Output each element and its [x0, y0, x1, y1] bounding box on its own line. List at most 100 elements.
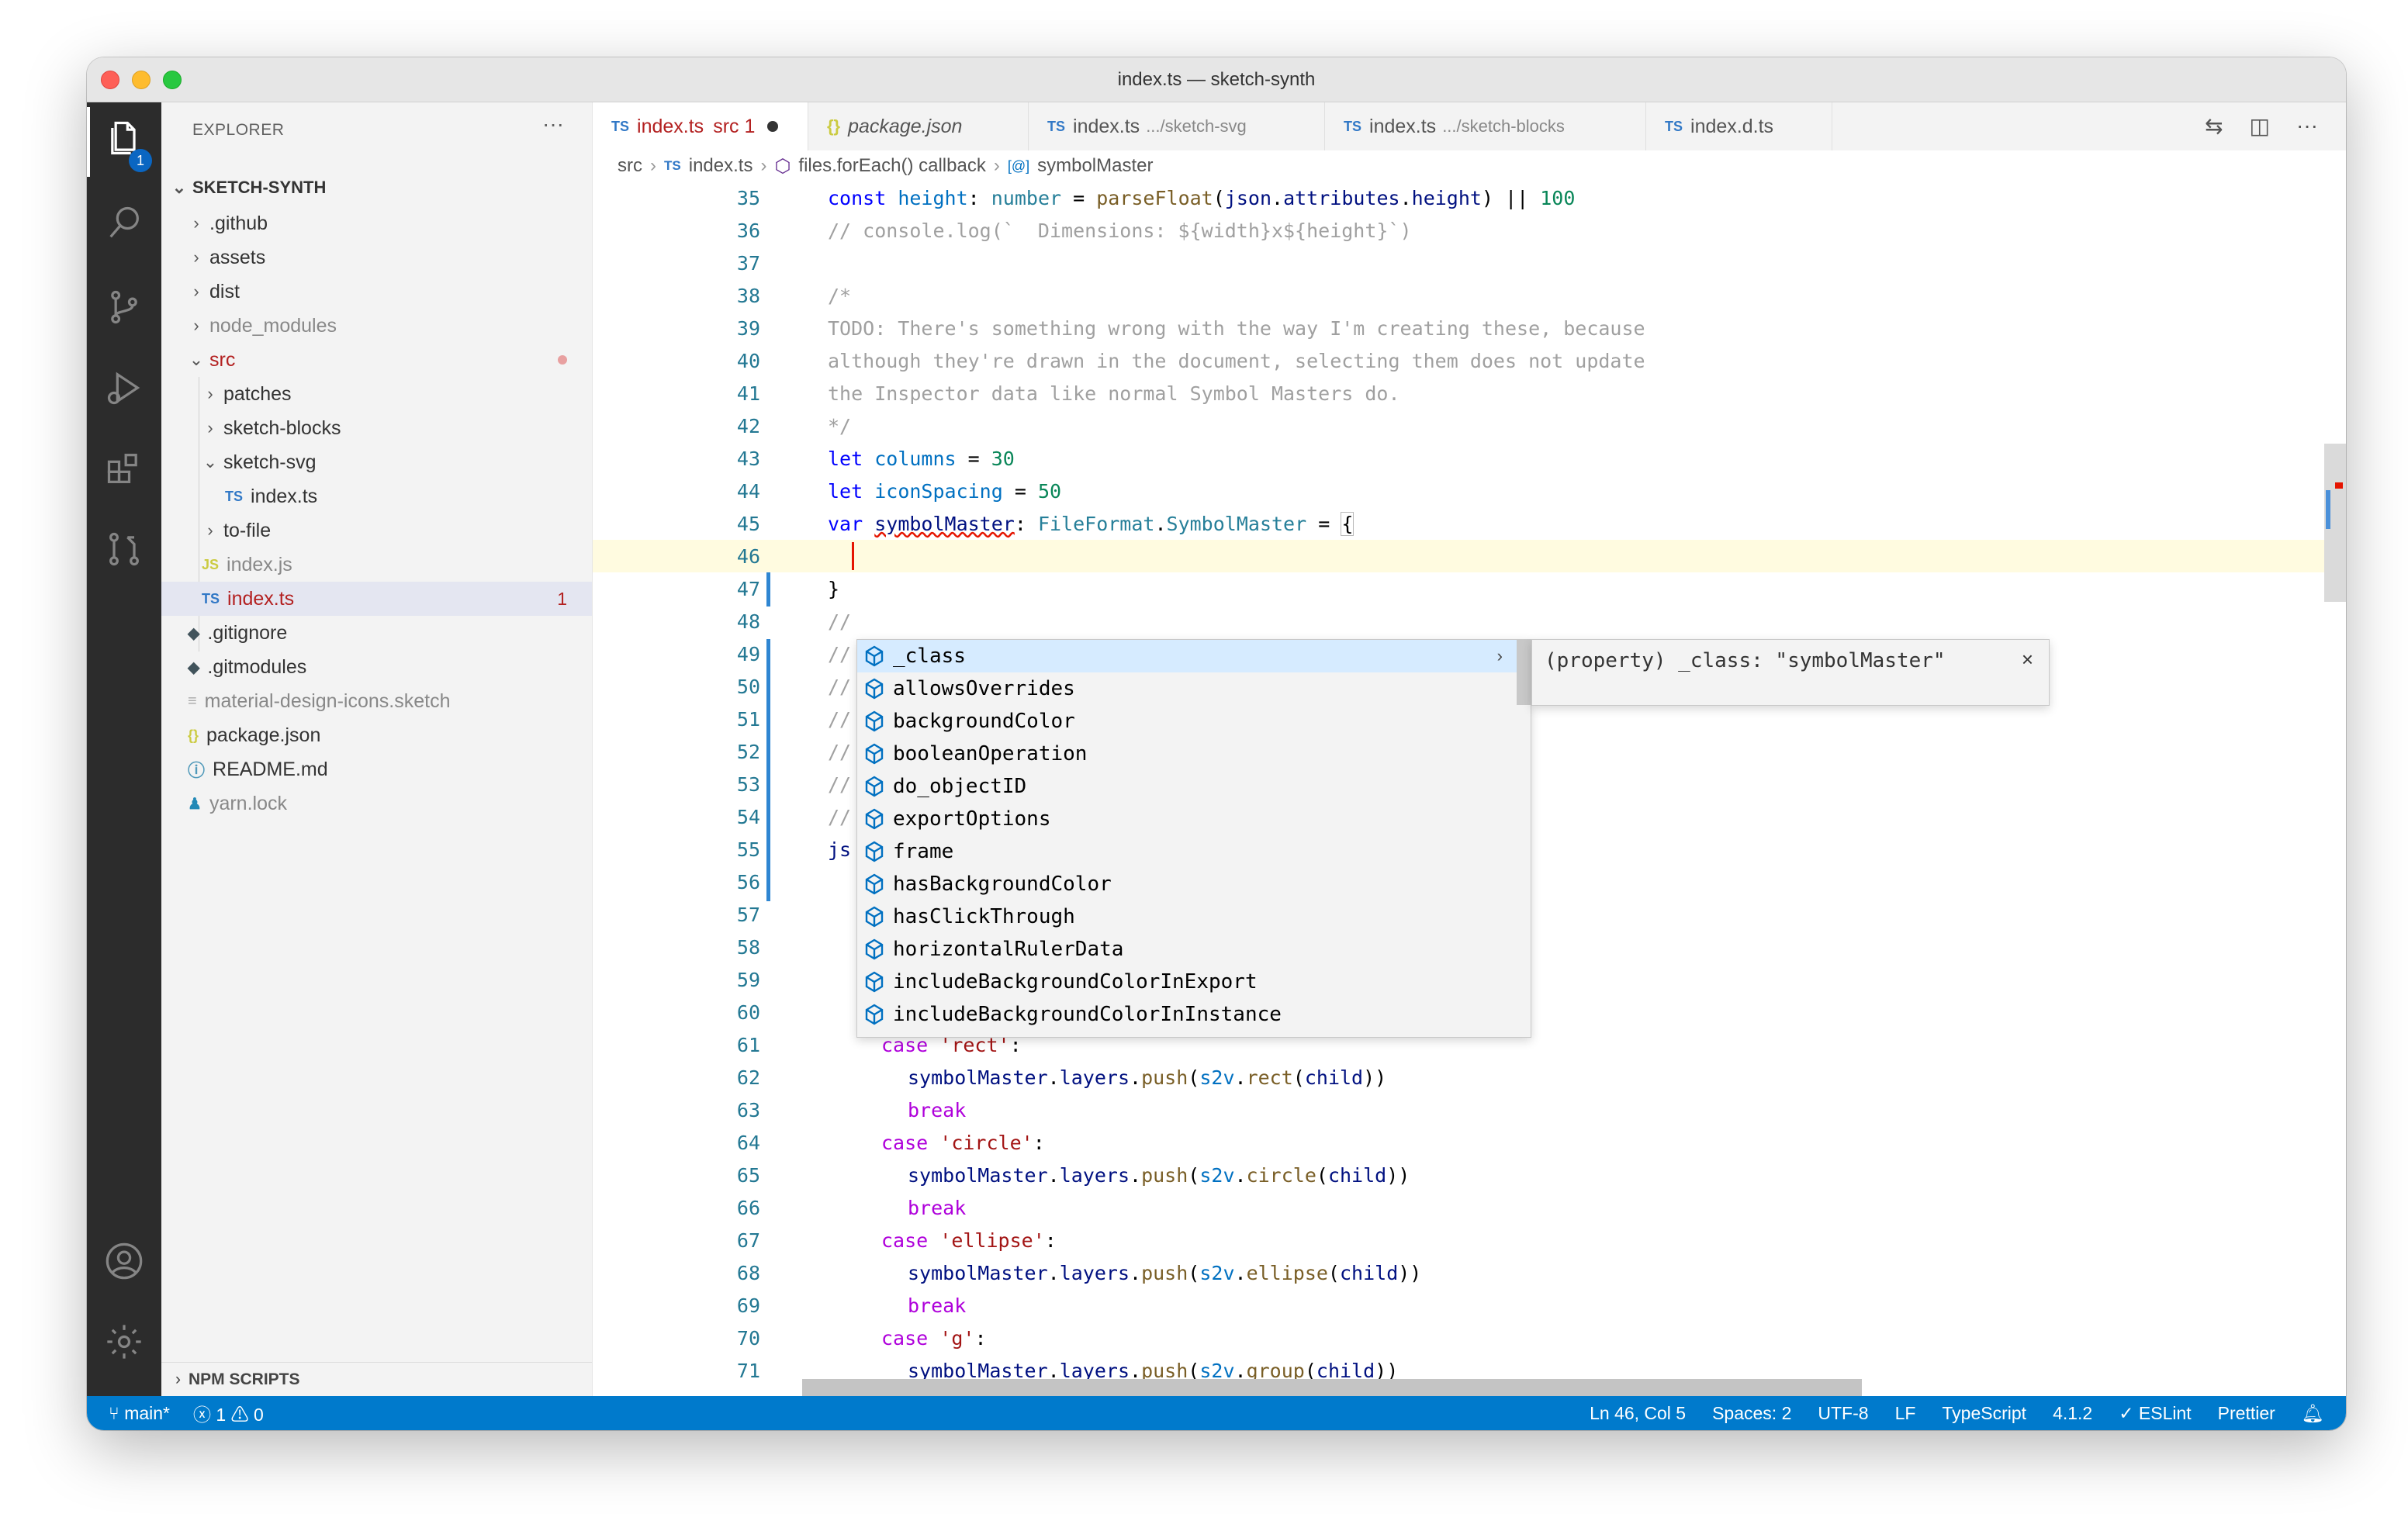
- code-line: case 'circle':: [881, 1131, 1045, 1154]
- tab-package-json[interactable]: {} package.json: [808, 102, 1029, 150]
- open-changes-icon[interactable]: ⇆: [2205, 113, 2223, 139]
- tree-item-gitignore[interactable]: ◆ .gitignore: [161, 616, 592, 650]
- suggestion-item[interactable]: hasBackgroundColor: [857, 868, 1517, 900]
- line-number: 50: [736, 675, 760, 698]
- line-number: 65: [736, 1163, 760, 1187]
- minimize-window-button[interactable]: [132, 71, 150, 89]
- breadcrumb-src[interactable]: src: [618, 155, 642, 177]
- tree-item-readme[interactable]: ⓘ README.md: [161, 752, 592, 786]
- suggest-scrollbar[interactable]: [1517, 640, 1531, 705]
- tab-index-d-ts[interactable]: TS index.d.ts: [1646, 102, 1832, 150]
- pull-requests-icon[interactable]: [102, 527, 146, 571]
- unsaved-dot-icon[interactable]: [767, 121, 779, 132]
- modified-dot-icon: [558, 355, 567, 365]
- horizontal-scrollbar[interactable]: [802, 1379, 2346, 1396]
- source-control-icon[interactable]: [102, 285, 146, 329]
- vertical-scrollbar[interactable]: [2324, 181, 2346, 1396]
- end-of-line[interactable]: LF: [1895, 1403, 1916, 1424]
- suggest-widget: _class › allowsOverrides backgroundColor…: [856, 639, 1531, 1038]
- suggestion-item[interactable]: exportOptions: [857, 803, 1517, 835]
- chevron-right-icon: ›: [193, 213, 199, 233]
- more-actions-icon[interactable]: ···: [542, 112, 564, 137]
- tree-item-sketch-svg[interactable]: ⌄ sketch-svg: [161, 445, 592, 479]
- code-line: }: [828, 577, 840, 600]
- cursor-position[interactable]: Ln 46, Col 5: [1590, 1403, 1686, 1424]
- typescript-file-icon: TS: [1047, 118, 1066, 134]
- suggestion-item[interactable]: frame: [857, 835, 1517, 868]
- branch-indicator[interactable]: ⑂ main*: [109, 1403, 170, 1424]
- suggestion-item[interactable]: _class ›: [857, 640, 1517, 672]
- tree-item-github[interactable]: › .github: [161, 206, 592, 240]
- close-window-button[interactable]: [101, 71, 119, 89]
- tree-item-package-json[interactable]: {} package.json: [161, 718, 592, 752]
- tree-item-sketch-blocks[interactable]: › sketch-blocks: [161, 411, 592, 445]
- scrollbar-thumb[interactable]: [802, 1379, 1862, 1396]
- eslint-status[interactable]: ✓ ESLint: [2119, 1403, 2191, 1424]
- error-marker: [2335, 482, 2343, 489]
- npm-scripts-section[interactable]: › NPM SCRIPTS: [161, 1362, 592, 1396]
- editor-actions: ⇆ ◫ ···: [2205, 113, 2318, 139]
- accounts-icon[interactable]: [102, 1239, 146, 1283]
- typescript-file-icon: TS: [1665, 118, 1683, 134]
- split-editor-icon[interactable]: ◫: [2250, 113, 2270, 139]
- breadcrumb-file[interactable]: index.ts: [689, 155, 753, 177]
- settings-gear-icon[interactable]: [102, 1320, 146, 1363]
- tree-item-yarn-lock[interactable]: ♟ yarn.lock: [161, 786, 592, 821]
- editor-area: TS index.ts src 1 {} package.json TS ind…: [593, 102, 2346, 1396]
- tree-item-src-index-ts[interactable]: TS index.ts 1: [161, 582, 592, 616]
- suggest-details: (property) _class: "symbolMaster" ×: [1531, 639, 2050, 706]
- code-line: var symbolMaster: FileFormat.SymbolMaste…: [828, 511, 1354, 536]
- code-line: symbolMaster.layers.push(s2v.rect(child)…: [908, 1066, 1387, 1089]
- tree-item-src[interactable]: ⌄ src: [161, 343, 592, 377]
- code-line: //: [828, 675, 852, 698]
- suggestion-item[interactable]: booleanOperation: [857, 738, 1517, 770]
- tab-index-ts-src[interactable]: TS index.ts src 1: [593, 102, 808, 150]
- tree-item-sketch-file[interactable]: ≡ material-design-icons.sketch: [161, 684, 592, 718]
- tree-item-to-file[interactable]: › to-file: [161, 513, 592, 548]
- suggestion-item[interactable]: hasClickThrough: [857, 900, 1517, 933]
- breadcrumb-callback[interactable]: files.forEach() callback: [798, 155, 985, 177]
- close-icon[interactable]: ×: [2022, 648, 2033, 672]
- code-line: //: [828, 610, 852, 633]
- chevron-right-icon: ›: [193, 282, 199, 301]
- property-icon: [865, 906, 884, 928]
- suggestion-item[interactable]: backgroundColor: [857, 705, 1517, 738]
- more-actions-icon[interactable]: ···: [2296, 113, 2318, 139]
- workspace-folder[interactable]: ⌄ SKETCH-SYNTH: [161, 171, 592, 205]
- suggestion-item[interactable]: do_objectID: [857, 770, 1517, 803]
- tab-index-ts-sketch-blocks[interactable]: TS index.ts .../sketch-blocks: [1325, 102, 1646, 150]
- tree-item-index-js[interactable]: JS index.js: [161, 548, 592, 582]
- tree-item-assets[interactable]: › assets: [161, 240, 592, 275]
- code-line: // console.log(` Dimensions: ${width}x${…: [828, 219, 1412, 242]
- chevron-right-icon[interactable]: ›: [1497, 646, 1503, 666]
- extensions-icon[interactable]: [102, 447, 146, 490]
- tab-index-ts-sketch-svg[interactable]: TS index.ts .../sketch-svg: [1029, 102, 1325, 150]
- run-debug-icon[interactable]: [102, 366, 146, 410]
- code-line: /*: [828, 284, 852, 307]
- indentation[interactable]: Spaces: 2: [1712, 1403, 1791, 1424]
- tree-item-node-modules[interactable]: › node_modules: [161, 309, 592, 343]
- chevron-right-icon: ›: [650, 155, 656, 176]
- suggestion-item[interactable]: includeBackgroundColorInInstance: [857, 998, 1517, 1031]
- language-mode[interactable]: TypeScript: [1942, 1403, 2026, 1424]
- tree-item-sketch-svg-index-ts[interactable]: TS index.ts: [161, 479, 592, 513]
- code-line: symbolMaster.layers.push(s2v.ellipse(chi…: [908, 1261, 1422, 1284]
- tree-item-dist[interactable]: › dist: [161, 275, 592, 309]
- encoding[interactable]: UTF-8: [1818, 1403, 1868, 1424]
- maximize-window-button[interactable]: [163, 71, 182, 89]
- search-icon[interactable]: [102, 202, 146, 245]
- problems-indicator[interactable]: ⓧ 1 ⚠ 0: [193, 1400, 264, 1426]
- typescript-version[interactable]: 4.1.2: [2053, 1403, 2092, 1424]
- json-file-icon: {}: [188, 727, 199, 743]
- suggestion-item[interactable]: horizontalRulerData: [857, 933, 1517, 966]
- git-file-icon: ◆: [188, 624, 200, 642]
- notifications-bell-icon[interactable]: 🔔︎: [2302, 1403, 2324, 1424]
- line-number: 52: [736, 740, 760, 763]
- tree-item-gitmodules[interactable]: ◆ .gitmodules: [161, 650, 592, 684]
- suggestion-item[interactable]: includeBackgroundColorInExport: [857, 966, 1517, 998]
- tree-item-patches[interactable]: › patches: [161, 377, 592, 411]
- property-icon: [865, 971, 884, 993]
- prettier-status[interactable]: Prettier: [2218, 1403, 2275, 1424]
- breadcrumb-symbol[interactable]: symbolMaster: [1037, 155, 1153, 177]
- suggestion-item[interactable]: allowsOverrides: [857, 672, 1517, 705]
